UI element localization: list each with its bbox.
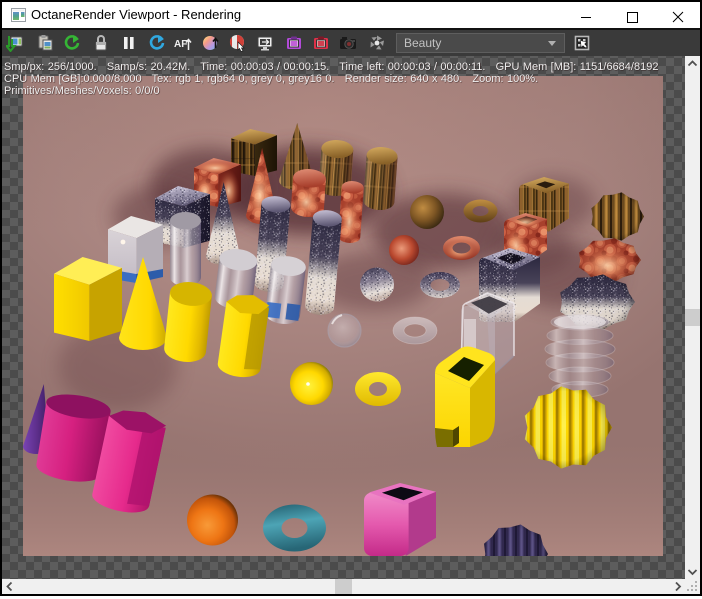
svg-text:AF: AF — [174, 39, 187, 50]
